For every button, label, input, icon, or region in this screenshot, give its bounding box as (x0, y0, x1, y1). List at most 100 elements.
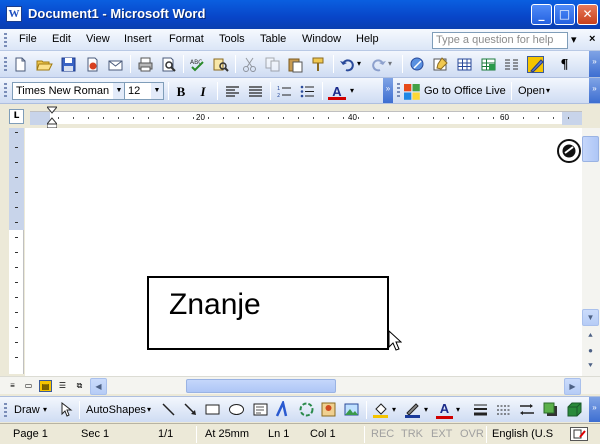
oval-tool-icon[interactable] (228, 401, 245, 418)
open-dropdown-arrow-icon[interactable]: ▾ (546, 86, 550, 95)
web-layout-view-icon[interactable]: ▭ (22, 380, 35, 392)
undo-dropdown-icon[interactable]: ▾ (357, 59, 361, 68)
copy-icon[interactable] (264, 56, 281, 73)
status-language[interactable]: English (U.S (492, 428, 553, 441)
office-live-rescue-icon[interactable] (556, 138, 582, 164)
wordart-icon[interactable] (275, 401, 292, 418)
autoshapes-menu-button[interactable]: AutoShapes (86, 403, 146, 417)
font-size-select[interactable]: 12 ▼ (124, 82, 164, 100)
menu-edit[interactable]: Edit (52, 33, 71, 45)
research-icon[interactable] (212, 56, 229, 73)
menu-view[interactable]: View (86, 33, 110, 45)
vertical-ruler[interactable] (9, 128, 24, 374)
vertical-scroll-thumb[interactable] (582, 136, 599, 162)
numbering-icon[interactable]: 12 (276, 83, 293, 100)
help-search-input[interactable]: Type a question for help (432, 32, 568, 49)
menu-table[interactable]: Table (260, 33, 286, 45)
spelling-grammar-icon[interactable]: ABC (189, 56, 206, 73)
insert-hyperlink-icon[interactable] (409, 56, 426, 73)
minimize-button[interactable]: _ (531, 4, 552, 25)
dash-style-icon[interactable] (495, 401, 512, 418)
tables-borders-icon[interactable] (432, 56, 449, 73)
arrow-tool-icon[interactable] (182, 401, 199, 418)
text-box-content[interactable]: Znanje (169, 288, 261, 322)
insert-table-icon[interactable] (456, 56, 473, 73)
redo-icon[interactable] (370, 56, 387, 73)
columns-icon[interactable] (503, 56, 520, 73)
align-left-icon[interactable] (224, 83, 241, 100)
fill-color-icon[interactable] (372, 401, 389, 418)
arrow-style-icon[interactable] (518, 401, 535, 418)
font-name-select[interactable]: Times New Roman ▼ (12, 82, 126, 100)
line-color-icon[interactable] (404, 401, 421, 418)
drawing-toolbar-grip-icon[interactable] (4, 403, 7, 417)
close-button[interactable]: ✕ (577, 4, 598, 25)
formatting-toolbar-grip-icon[interactable] (4, 83, 7, 97)
bold-button[interactable]: B (172, 83, 190, 100)
maximize-button[interactable]: □ (554, 4, 575, 25)
new-document-icon[interactable] (12, 56, 29, 73)
horizontal-ruler[interactable]: 20 40 60 (30, 111, 582, 125)
drawing-options-chevron-icon[interactable]: » (589, 397, 600, 422)
scroll-down-button[interactable]: ▼ (582, 309, 599, 326)
reading-layout-view-icon[interactable]: ⧉ (73, 380, 86, 392)
office-live-options-chevron-icon[interactable]: » (589, 78, 600, 103)
select-objects-icon[interactable] (57, 401, 74, 418)
go-to-office-live-button[interactable]: Go to Office Live (424, 83, 506, 100)
status-trk[interactable]: TRK (401, 428, 423, 441)
menu-tools[interactable]: Tools (219, 33, 245, 45)
print-layout-view-icon[interactable]: ▤ (39, 380, 52, 392)
clip-art-icon[interactable] (320, 401, 337, 418)
status-rec[interactable]: REC (371, 428, 394, 441)
line-tool-icon[interactable] (160, 401, 177, 418)
italic-button[interactable]: I (194, 83, 212, 100)
menu-insert[interactable]: Insert (124, 33, 152, 45)
next-page-icon[interactable]: ⯆ (582, 357, 599, 374)
help-dropdown-arrow-icon[interactable]: ▾ (571, 33, 577, 46)
menu-help[interactable]: Help (356, 33, 379, 45)
standard-toolbar-grip-icon[interactable] (4, 57, 7, 71)
scroll-right-button[interactable]: ▶ (564, 378, 581, 395)
menu-window[interactable]: Window (302, 33, 341, 45)
menu-file[interactable]: File (19, 33, 37, 45)
outline-view-icon[interactable]: ☰ (56, 380, 69, 392)
email-icon[interactable] (107, 56, 124, 73)
open-folder-icon[interactable] (36, 56, 53, 73)
vertical-scrollbar[interactable]: ▼ ⯅ ● ⯆ (582, 128, 600, 376)
font-color-dropdown-icon[interactable]: ▾ (350, 86, 354, 95)
indent-markers-icon[interactable] (47, 105, 57, 129)
justify-icon[interactable] (247, 83, 264, 100)
save-icon[interactable] (60, 56, 77, 73)
font-color-draw-dropdown-icon[interactable]: ▾ (456, 403, 460, 417)
drawing-toggle-icon[interactable] (527, 56, 544, 73)
cut-icon[interactable] (241, 56, 258, 73)
line-color-dropdown-icon[interactable]: ▾ (424, 403, 428, 417)
shadow-style-icon[interactable] (542, 401, 559, 418)
undo-icon[interactable] (339, 56, 356, 73)
autoshapes-arrow-icon[interactable]: ▾ (147, 403, 151, 417)
scroll-left-button[interactable]: ◀ (90, 378, 107, 395)
show-hide-pilcrow-icon[interactable]: ¶ (556, 56, 573, 73)
insert-excel-icon[interactable] (480, 56, 497, 73)
rectangle-tool-icon[interactable] (204, 401, 221, 418)
font-size-dropdown-icon[interactable]: ▼ (151, 83, 163, 99)
status-ext[interactable]: EXT (431, 428, 452, 441)
draw-menu-arrow-icon[interactable]: ▾ (43, 403, 47, 417)
diagram-icon[interactable] (298, 401, 315, 418)
3d-style-icon[interactable] (566, 401, 583, 418)
redo-dropdown-icon[interactable]: ▾ (388, 59, 392, 68)
office-live-toolbar-grip-icon[interactable] (397, 83, 400, 97)
text-box[interactable]: Znanje (147, 276, 389, 350)
format-painter-icon[interactable] (310, 56, 327, 73)
formatting-options-chevron-icon[interactable]: » (383, 78, 393, 103)
text-box-tool-icon[interactable] (252, 401, 269, 418)
menu-format[interactable]: Format (169, 33, 204, 45)
word-app-icon[interactable]: W (6, 6, 22, 22)
spelling-status-icon[interactable] (570, 427, 588, 441)
draw-menu-button[interactable]: Draw (14, 403, 40, 417)
horizontal-scroll-thumb[interactable] (186, 379, 336, 393)
fill-color-dropdown-icon[interactable]: ▾ (392, 403, 396, 417)
paste-icon[interactable] (287, 56, 304, 73)
print-preview-icon[interactable] (160, 56, 177, 73)
open-dropdown-button[interactable]: Open (518, 83, 545, 100)
